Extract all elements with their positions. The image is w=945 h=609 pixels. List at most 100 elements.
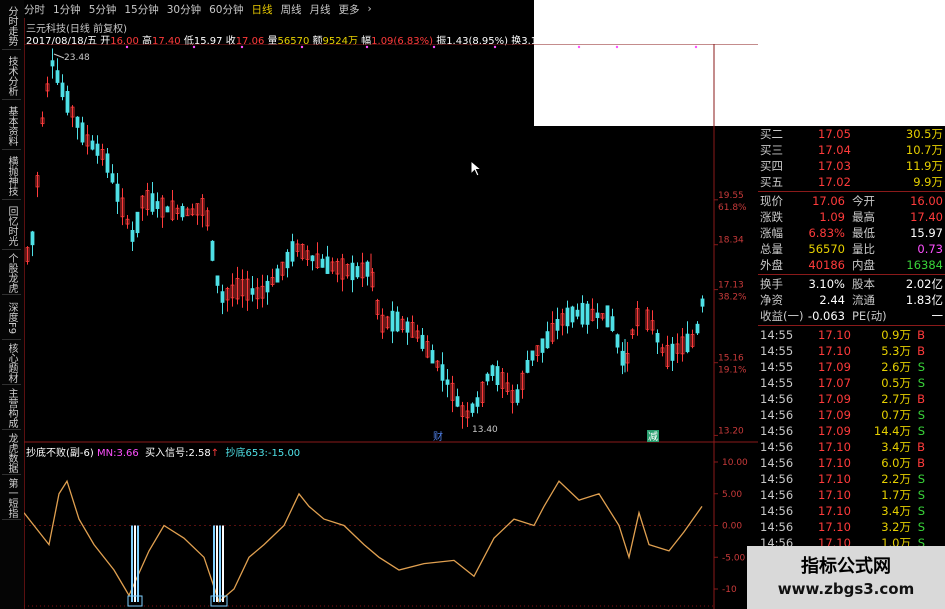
candle-body: [180, 206, 185, 218]
stat-value: 3.10%: [808, 277, 845, 291]
candle-body: [580, 302, 585, 325]
period-tab-7[interactable]: 周线: [281, 2, 302, 17]
left-tab-9[interactable]: 龙虎数据: [2, 432, 21, 475]
signal-dot: [493, 45, 497, 49]
price-tick-label: 19.55: [718, 191, 744, 201]
candle-body: [110, 173, 115, 183]
left-tab-6[interactable]: 深度F9: [2, 297, 21, 340]
period-tab-0[interactable]: 分时: [24, 2, 45, 17]
period-tab-9[interactable]: 更多: [339, 2, 360, 17]
tick-side: B: [917, 440, 925, 454]
candle-body: [290, 241, 295, 262]
tick-time: 14:55: [760, 360, 794, 374]
candle-body: [475, 397, 480, 407]
candle-body: [615, 334, 620, 348]
tick-time: 14:55: [760, 376, 794, 390]
tick-price: 17.10: [818, 520, 851, 534]
ind-tick-label: 5.00: [722, 490, 742, 500]
candle-body: [695, 323, 700, 334]
signal-dot: [192, 45, 196, 49]
period-tab-3[interactable]: 15分钟: [124, 2, 158, 17]
stat-row: 外盘 40186 内盘 16384: [758, 257, 945, 273]
indicator-title-bar: 抄底不败(副-6) MN:3.66 买入信号:2.58↑ 抄底653:-15.0…: [26, 448, 301, 459]
candle-body: [95, 143, 100, 156]
left-tab-5[interactable]: 个股龙虎: [2, 252, 21, 295]
stat-value: 0.73: [917, 242, 943, 256]
tick-time: 14:56: [760, 408, 794, 422]
stat-value: 6.83%: [808, 226, 845, 240]
bid-row: 买五 17.02 9.9万: [758, 174, 945, 190]
period-tab-5[interactable]: 60分钟: [209, 2, 243, 17]
left-tab-1[interactable]: 技术分析: [2, 52, 21, 100]
stat-label: 最低: [852, 226, 875, 240]
ind-tick-label: -10: [722, 585, 737, 595]
tick-price: 17.09: [818, 392, 851, 406]
tick-side: B: [917, 456, 925, 470]
candle-body: [210, 240, 215, 261]
tick-volume: 14.4万: [873, 424, 911, 438]
tick-side: S: [917, 488, 925, 502]
candle-body: [350, 262, 355, 281]
candle-body: [620, 350, 625, 366]
left-tab-7[interactable]: 核心题材: [2, 342, 21, 385]
left-tab-2[interactable]: 基本资料: [2, 102, 21, 150]
period-tab-10[interactable]: ›: [368, 3, 372, 15]
stat-label: 流通: [852, 293, 875, 307]
stat-value: 16.00: [910, 194, 943, 208]
event-marker: 减: [648, 431, 658, 443]
period-tab-1[interactable]: 1分钟: [53, 2, 81, 17]
candle-body: [530, 350, 535, 361]
tick-time: 14:56: [760, 472, 794, 486]
tick-side: B: [917, 328, 925, 342]
stat-row: 现价 17.06 今开 16.00: [758, 193, 945, 209]
candle-body: [430, 350, 435, 364]
candle-body: [555, 319, 560, 331]
price-tick-label: 17.13: [718, 281, 744, 291]
period-tab-2[interactable]: 5分钟: [89, 2, 117, 17]
tick-volume: 0.5万: [881, 376, 911, 390]
stat-value: 16384: [906, 258, 943, 272]
candle-body: [150, 193, 155, 212]
kline-chart[interactable]: 19.55 18.34 17.13 15.16 13.20 61.8% 38.2% 19.1%…: [24, 44, 758, 609]
stat-label: 换手: [760, 277, 783, 291]
divider: [758, 191, 945, 192]
bid-volume: 10.7万: [905, 143, 943, 157]
left-tab-10[interactable]: 第一短指: [2, 477, 21, 520]
bid-volume: 9.9万: [913, 175, 943, 189]
candle-body: [80, 122, 85, 143]
period-tab-8[interactable]: 月线: [310, 2, 331, 17]
stat-label: 最高: [852, 210, 875, 224]
period-tab-6[interactable]: 日线: [252, 2, 273, 17]
ind-tick-label: 0.00: [722, 522, 742, 532]
tick-side: S: [917, 472, 925, 486]
tick-volume: 0.9万: [881, 328, 911, 342]
signal-dot: [365, 45, 369, 49]
fib-label: 61.8%: [718, 203, 747, 213]
candle-body: [285, 251, 290, 269]
left-tab-0[interactable]: 分时走势: [2, 2, 21, 50]
price-tick-label: 13.20: [718, 426, 744, 436]
price-tick-label: 15.16: [718, 354, 744, 364]
price-tick-label: 18.34: [718, 236, 744, 246]
candle-body: [220, 291, 225, 303]
tick-row: 14:55 17.10 0.9万 B: [758, 327, 945, 343]
bottom-value: -15.00: [267, 448, 301, 459]
stat-label: 现价: [760, 194, 783, 208]
candle-body: [30, 231, 35, 246]
left-tab-4[interactable]: 回忆时光: [2, 202, 21, 250]
stat-value: 17.06: [812, 194, 845, 208]
stat-value: 56570: [808, 242, 845, 256]
period-tab-4[interactable]: 30分钟: [167, 2, 201, 17]
tick-volume: 0.7万: [881, 408, 911, 422]
bottom-label: 抄底653:: [225, 448, 268, 459]
candle-body: [55, 70, 60, 83]
tick-time: 14:55: [760, 344, 794, 358]
left-tab-3[interactable]: 横抛神技: [2, 152, 21, 200]
tick-price: 17.09: [818, 424, 851, 438]
tick-row: 14:56 17.10 2.2万 S: [758, 471, 945, 487]
tick-volume: 2.2万: [881, 472, 911, 486]
bid-row: 买四 17.03 11.9万: [758, 158, 945, 174]
tick-row: 14:55 17.10 5.3万 B: [758, 343, 945, 359]
bid-row: 买三 17.04 10.7万: [758, 142, 945, 158]
left-tab-8[interactable]: 主营构成: [2, 387, 21, 430]
